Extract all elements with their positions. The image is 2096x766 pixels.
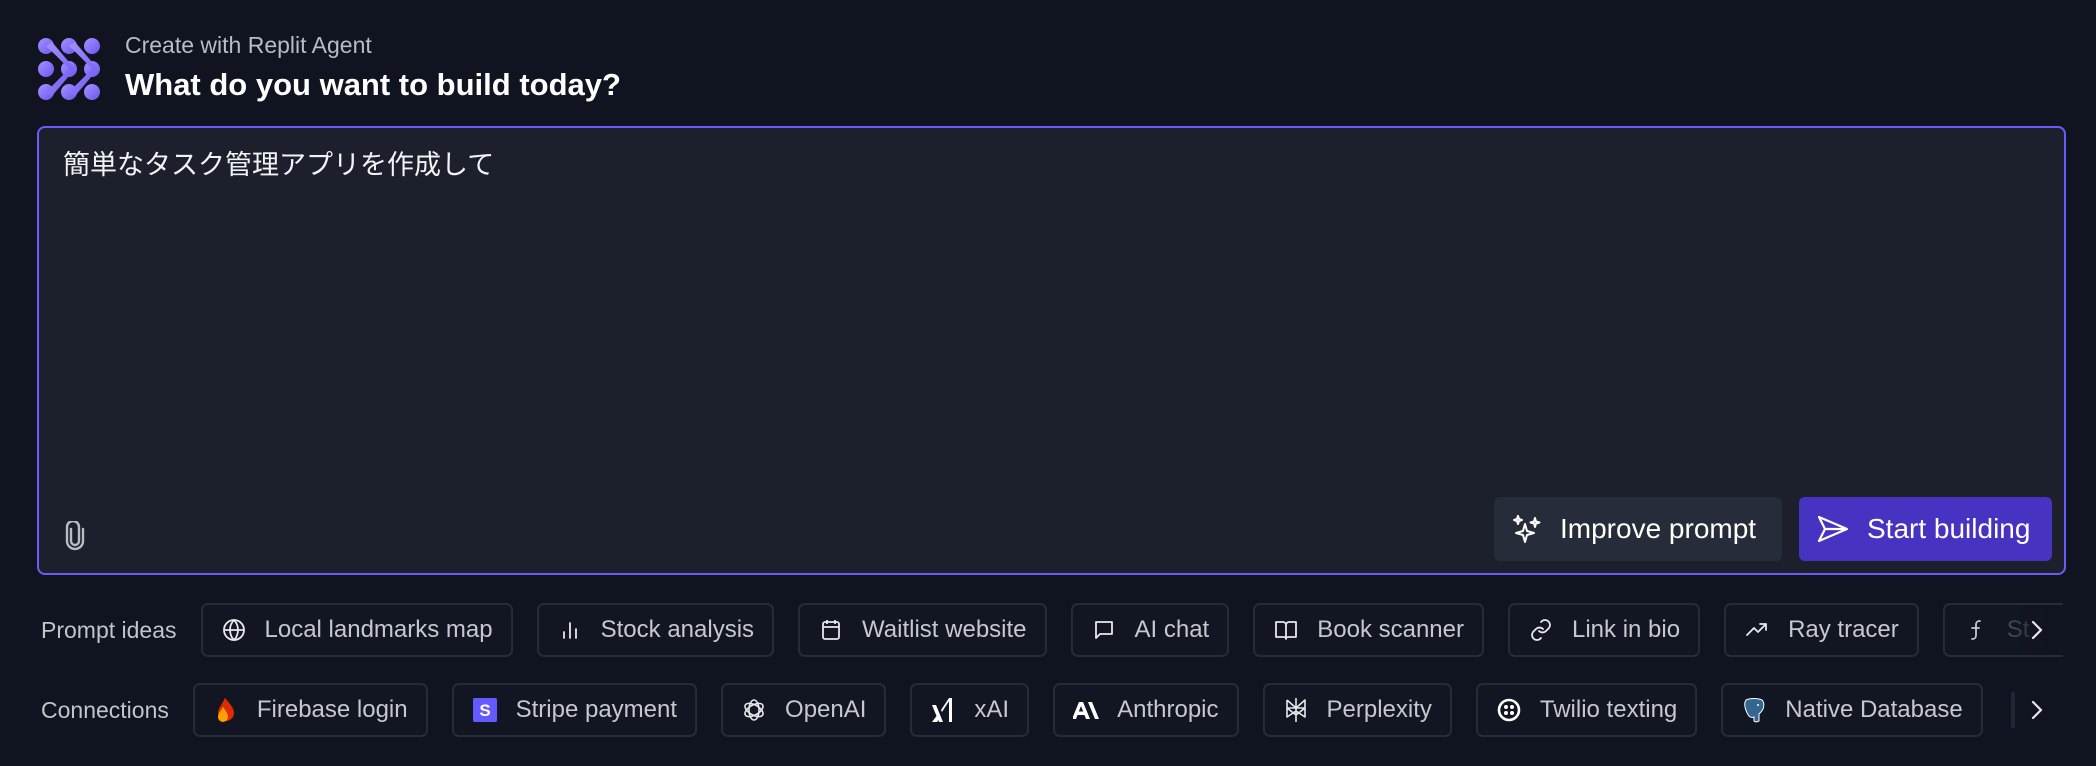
- page-title: What do you want to build today?: [125, 67, 621, 102]
- attach-file-button[interactable]: [59, 519, 91, 553]
- prompt-composer: Improve prompt Start building: [37, 126, 2066, 575]
- sparkles-icon: [1513, 515, 1541, 543]
- calendar-icon: [818, 617, 844, 643]
- connection-chip[interactable]: Firebase login: [192, 683, 428, 737]
- connection-chip[interactable]: Anthropic: [1053, 683, 1239, 737]
- connection-chip[interactable]: OpenAI: [721, 683, 887, 737]
- bar-chart-icon: [557, 617, 583, 643]
- svg-text:S: S: [479, 701, 490, 720]
- chat-bubble-icon: [1091, 617, 1117, 643]
- postgres-elephant-icon: [1741, 697, 1767, 723]
- xai-icon: [930, 697, 956, 723]
- chevron-right-icon: [2031, 620, 2043, 640]
- anthropic-icon: [1073, 697, 1100, 723]
- connection-chip[interactable]: Perplexity: [1262, 683, 1452, 737]
- send-icon: [1817, 515, 1849, 543]
- trending-up-icon: [1744, 617, 1770, 643]
- prompt-ideas-row: Prompt ideas Local landmarks map Stock a…: [0, 602, 2096, 658]
- twilio-icon: [1496, 697, 1522, 723]
- start-building-label: Start building: [1867, 513, 2031, 544]
- function-icon: [1963, 617, 1989, 643]
- scroll-fade-divider: [2010, 692, 2015, 728]
- header: Create with Replit Agent What do you wan…: [37, 32, 621, 104]
- prompt-idea-chip[interactable]: Book scanner: [1253, 603, 1484, 657]
- chevron-right-icon: [2031, 700, 2043, 720]
- improve-prompt-button[interactable]: Improve prompt: [1494, 497, 1782, 561]
- book-open-icon: [1273, 617, 1299, 643]
- prompt-idea-chip[interactable]: Local landmarks map: [200, 603, 513, 657]
- connections-label: Connections: [41, 696, 169, 723]
- perplexity-icon: [1283, 697, 1309, 723]
- connection-chip[interactable]: Native Database: [1721, 683, 1983, 737]
- firebase-icon: [213, 697, 239, 723]
- connection-chip[interactable]: xAI: [910, 683, 1030, 737]
- connection-chip[interactable]: Twilio texting: [1475, 683, 1698, 737]
- openai-icon: [741, 697, 767, 723]
- link-icon: [1528, 617, 1554, 643]
- connection-chip[interactable]: S Stripe payment: [451, 683, 698, 737]
- globe-icon: [221, 617, 247, 643]
- header-subtitle: Create with Replit Agent: [125, 32, 372, 58]
- prompt-idea-chip[interactable]: Stock analysis: [536, 603, 775, 657]
- stripe-icon: S: [472, 697, 498, 723]
- prompt-idea-chip[interactable]: Link in bio: [1508, 603, 1701, 657]
- paperclip-icon: [65, 521, 85, 551]
- connections-next-button[interactable]: [2022, 690, 2052, 730]
- replit-agent-logo-icon: [38, 38, 100, 100]
- prompt-ideas-label: Prompt ideas: [41, 616, 177, 643]
- connections-row: Connections Firebase login S Stripe paym…: [0, 682, 2096, 738]
- prompt-idea-chip[interactable]: Waitlist website: [798, 603, 1047, 657]
- start-building-button[interactable]: Start building: [1799, 497, 2052, 561]
- prompt-ideas-next-button[interactable]: [2022, 610, 2052, 650]
- prompt-idea-chip[interactable]: Ray tracer: [1724, 603, 1919, 657]
- prompt-input[interactable]: [61, 146, 2042, 450]
- improve-prompt-label: Improve prompt: [1560, 513, 1757, 544]
- prompt-idea-chip[interactable]: AI chat: [1070, 603, 1230, 657]
